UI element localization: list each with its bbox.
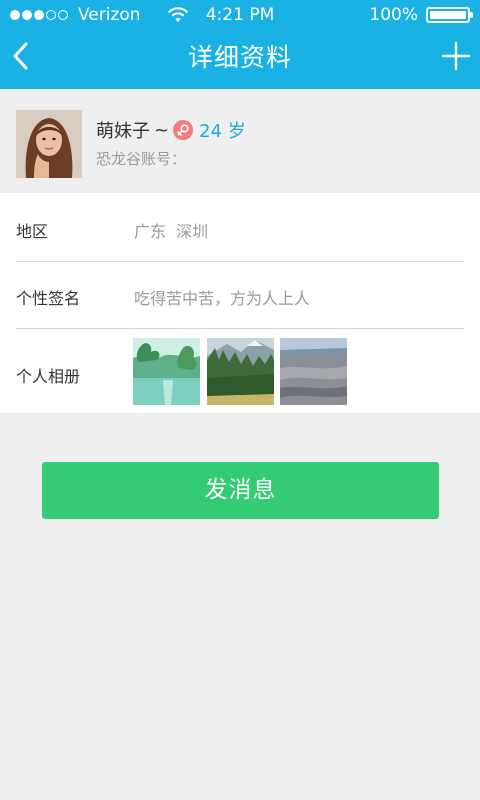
divider (16, 328, 464, 329)
album-label: 个人相册 (16, 367, 81, 386)
nickname-row: 萌妹子 ~ 24 岁 (96, 117, 246, 143)
send-message-button[interactable]: 发消息 (42, 462, 439, 519)
nickname: 萌妹子 (96, 121, 150, 142)
status-bar: Verizon 4:21 PM 100% (0, 0, 480, 30)
region-label: 地区 (16, 222, 49, 241)
album-photo-1[interactable] (133, 338, 200, 405)
nickname-suffix: ~ (154, 119, 170, 141)
account-label: 恐龙谷账号： (96, 150, 187, 168)
status-right: 100% (369, 0, 473, 30)
avatar[interactable] (16, 110, 82, 178)
details-card: 地区 广东 深圳 个性签名 吃得苦中苦，方为人上人 个人相册 (0, 193, 480, 413)
region-value: 广东 深圳 (134, 222, 209, 241)
age: 24 岁 (199, 121, 246, 142)
profile-screen: Verizon 4:21 PM 100% 详细资料 萌妹子 ~ 24 岁 恐龙谷… (0, 0, 480, 800)
female-icon (173, 120, 194, 140)
album-photo-2[interactable] (207, 338, 274, 405)
divider (16, 261, 464, 262)
album-photo-3[interactable] (280, 338, 347, 405)
signature-label: 个性签名 (16, 289, 81, 308)
plus-icon[interactable] (442, 42, 470, 70)
battery-icon (426, 7, 473, 23)
region-row: 地区 (16, 218, 464, 241)
battery-fill (430, 11, 466, 19)
battery-percent: 100% (369, 5, 418, 25)
page-title: 详细资料 (187, 43, 292, 72)
signature-value: 吃得苦中苦，方为人上人 (134, 289, 311, 308)
nav-bar: 详细资料 (0, 30, 480, 89)
profile-header: 萌妹子 ~ 24 岁 (0, 89, 480, 193)
avatar-image (16, 110, 82, 178)
top-bar: Verizon 4:21 PM 100% 详细资料 (0, 0, 480, 89)
